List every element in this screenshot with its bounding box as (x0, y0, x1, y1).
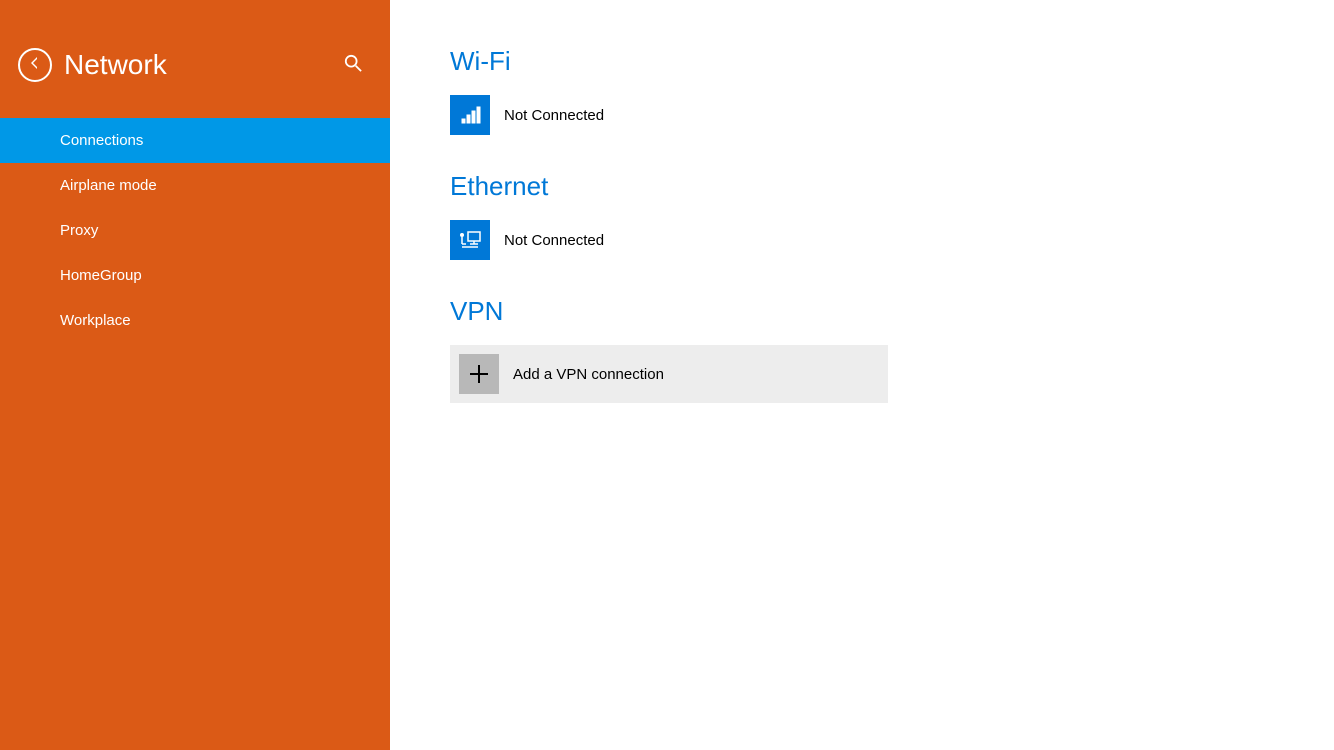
sidebar-item-label: Airplane mode (60, 177, 157, 194)
sidebar-item-homegroup[interactable]: HomeGroup (0, 253, 390, 298)
sidebar-item-proxy[interactable]: Proxy (0, 208, 390, 253)
vpn-heading: VPN (450, 296, 1274, 327)
sidebar-item-workplace[interactable]: Workplace (0, 298, 390, 343)
sidebar-item-label: Connections (60, 132, 143, 149)
sidebar-item-connections[interactable]: Connections (0, 118, 390, 163)
wifi-connection-row[interactable]: Not Connected (450, 95, 888, 135)
add-vpn-button[interactable]: Add a VPN connection (450, 345, 888, 403)
sidebar-menu: Connections Airplane mode Proxy HomeGrou… (0, 118, 390, 343)
sidebar-header: Network (0, 0, 390, 118)
ethernet-connection-row[interactable]: Not Connected (450, 220, 888, 260)
sidebar-item-label: Proxy (60, 222, 98, 239)
sidebar-item-airplane-mode[interactable]: Airplane mode (0, 163, 390, 208)
ethernet-icon (450, 220, 490, 260)
add-vpn-label: Add a VPN connection (513, 366, 664, 383)
search-icon (344, 54, 362, 77)
plus-icon (459, 354, 499, 394)
wifi-heading: Wi-Fi (450, 46, 1274, 77)
sidebar-item-label: Workplace (60, 312, 131, 329)
ethernet-heading: Ethernet (450, 171, 1274, 202)
sidebar-item-label: HomeGroup (60, 267, 142, 284)
wifi-signal-icon (450, 95, 490, 135)
back-arrow-icon (27, 55, 43, 76)
main-content: Wi-Fi Not Connected Ethernet Not (390, 0, 1334, 750)
search-button[interactable] (340, 50, 366, 81)
sidebar: Network Connections Airplane mode Proxy … (0, 0, 390, 750)
ethernet-status-label: Not Connected (504, 232, 604, 249)
wifi-status-label: Not Connected (504, 107, 604, 124)
back-button[interactable] (18, 48, 52, 82)
page-title: Network (64, 49, 340, 81)
